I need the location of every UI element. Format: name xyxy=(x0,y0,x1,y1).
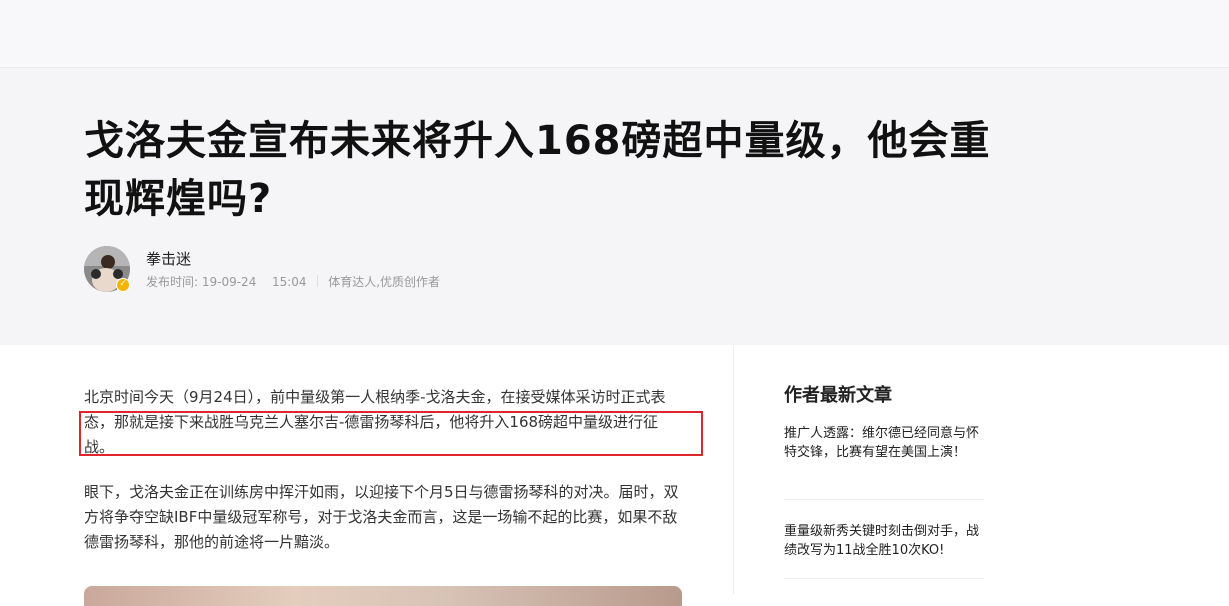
highlight-annotation-box xyxy=(79,411,703,456)
author-tagline: 体育达人,优质创作者 xyxy=(328,275,441,289)
article-meta: 发布时间: 19-09-24 15:04 体育达人,优质创作者 xyxy=(146,273,440,290)
sidebar-divider xyxy=(784,578,984,579)
article-image xyxy=(84,586,682,606)
article-paragraph-2: 眼下，戈洛夫金正在训练房中挥汗如雨，以迎接下个月5日与德雷扬琴科的对决。届时，双… xyxy=(84,483,679,551)
sidebar-article-link[interactable]: 推广人透露：维尔德已经同意与怀特交锋，比赛有望在美国上演！ xyxy=(784,424,984,462)
publish-date: 发布时间: 19-09-24 xyxy=(146,275,257,289)
sidebar-article-link[interactable]: 重量级新秀关键时刻击倒对手，战绩改写为11战全胜10次KO! xyxy=(784,522,984,560)
column-divider xyxy=(733,345,734,594)
author-avatar[interactable]: ✓ xyxy=(84,246,130,292)
author-name[interactable]: 拳击迷 xyxy=(146,248,191,269)
publish-time: 15:04 xyxy=(271,275,307,289)
top-navigation-bar xyxy=(0,0,1229,68)
sidebar-title: 作者最新文章 xyxy=(784,385,892,406)
verified-check-icon: ✓ xyxy=(116,278,130,292)
sidebar-divider xyxy=(784,499,984,500)
article-title: 戈洛夫金宣布未来将升入168磅超中量级，他会重现辉煌吗? xyxy=(84,118,991,222)
meta-divider xyxy=(317,275,319,287)
